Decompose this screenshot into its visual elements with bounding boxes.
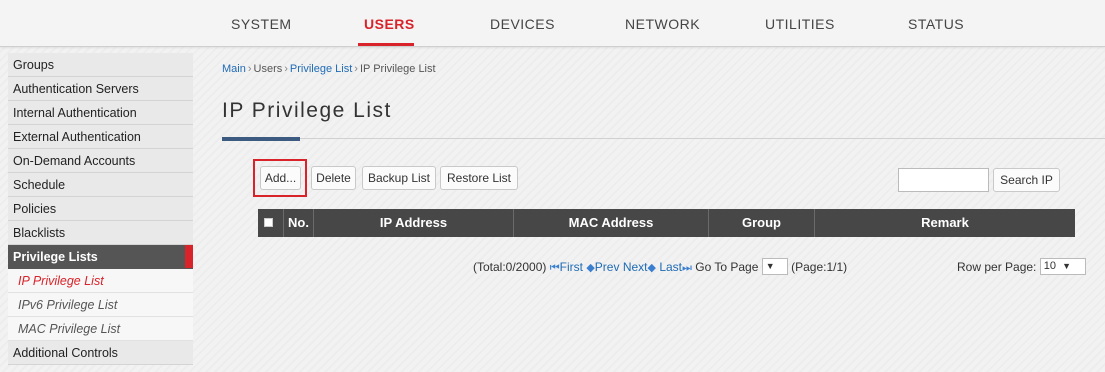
pagination: (Total:0/2000) ⏮First ◆Prev Next◆ Last⏭ …	[473, 257, 848, 275]
next-page-label: Next	[622, 260, 648, 274]
nav-devices[interactable]: DEVICES	[490, 13, 554, 45]
breadcrumb-separator: ›	[284, 63, 288, 75]
title-accent-bar	[222, 137, 300, 141]
breadcrumb-users: Users	[253, 63, 283, 75]
last-page-link[interactable]: Last⏭	[659, 260, 692, 274]
restore-list-button[interactable]: Restore List	[440, 166, 518, 190]
sidebar-item-schedule[interactable]: Schedule	[8, 173, 193, 197]
sidebar-item-policies[interactable]: Policies	[8, 197, 193, 221]
column-header-mac-address: MAC Address	[514, 209, 709, 237]
sidebar-item-internal-authentication[interactable]: Internal Authentication	[8, 101, 193, 125]
sidebar: Groups Authentication Servers Internal A…	[8, 53, 193, 365]
title-divider	[222, 138, 1105, 139]
sidebar-subitem-ipv6-privilege-list[interactable]: IPv6 Privilege List	[8, 293, 193, 317]
sidebar-item-privilege-lists[interactable]: Privilege Lists	[8, 245, 193, 269]
breadcrumb: Main › Users › Privilege List › IP Privilege L…	[222, 63, 436, 75]
breadcrumb-current: IP Privilege List	[359, 63, 436, 75]
delete-button[interactable]: Delete	[311, 166, 356, 190]
sidebar-item-on-demand-accounts[interactable]: On-Demand Accounts	[8, 149, 193, 173]
sidebar-subitem-mac-privilege-list[interactable]: MAC Privilege List	[8, 317, 193, 341]
sidebar-item-external-authentication[interactable]: External Authentication	[8, 125, 193, 149]
select-all-checkbox[interactable]	[264, 218, 273, 227]
backup-list-button[interactable]: Backup List	[362, 166, 436, 190]
prev-page-link[interactable]: ◆Prev	[586, 260, 619, 274]
breadcrumb-separator: ›	[247, 63, 252, 75]
column-header-group: Group	[709, 209, 815, 237]
row-per-page-value: 10	[1043, 259, 1056, 272]
sidebar-item-additional-controls[interactable]: Additional Controls	[8, 341, 193, 365]
chevron-down-icon: ▼	[765, 260, 775, 271]
go-to-page-select[interactable]: ▼	[761, 257, 788, 275]
table-header: No. IP Address MAC Address Group Remark	[258, 209, 1075, 237]
next-page-icon: ◆	[647, 262, 656, 274]
row-per-page-select[interactable]: 10 ▼	[1039, 257, 1086, 275]
go-to-page-label: Go To Page	[695, 260, 759, 274]
first-page-link[interactable]: ⏮First	[550, 260, 583, 274]
column-header-remark: Remark	[921, 215, 969, 230]
breadcrumb-main[interactable]: Main	[222, 63, 246, 75]
sidebar-item-blacklists[interactable]: Blacklists	[8, 221, 193, 245]
add-button[interactable]: Add...	[260, 166, 301, 190]
nav-status[interactable]: STATUS	[908, 13, 964, 45]
search-ip-input[interactable]	[898, 168, 989, 192]
pagination-total: (Total:0/2000)	[473, 260, 547, 274]
last-page-label: Last	[659, 260, 682, 274]
first-page-label: First	[559, 260, 583, 274]
next-page-link[interactable]: Next◆	[623, 260, 656, 274]
nav-users[interactable]: USERS	[358, 13, 414, 46]
page-info: (Page:1/1)	[791, 260, 848, 274]
page-title: IP Privilege List	[222, 99, 392, 122]
chevron-down-icon: ▼	[1062, 260, 1072, 271]
sidebar-item-authentication-servers[interactable]: Authentication Servers	[8, 77, 193, 101]
breadcrumb-privilege-list[interactable]: Privilege List	[290, 63, 352, 75]
last-page-icon: ⏭	[682, 262, 692, 274]
column-header-ip-address: IP Address	[314, 209, 514, 237]
row-per-page: Row per Page: 10 ▼	[957, 257, 1086, 275]
row-per-page-label: Row per Page:	[957, 260, 1037, 274]
top-nav: SYSTEM USERS DEVICES NETWORK UTILITIES S…	[0, 0, 1105, 47]
nav-network[interactable]: NETWORK	[625, 13, 700, 45]
nav-utilities[interactable]: UTILITIES	[765, 13, 834, 45]
search-ip-button[interactable]: Search IP	[993, 168, 1060, 192]
nav-system[interactable]: SYSTEM	[231, 13, 291, 45]
prev-page-label: Prev	[594, 260, 620, 274]
prev-page-icon: ◆	[586, 262, 595, 274]
select-all-cell	[258, 209, 284, 237]
sidebar-subitem-ip-privilege-list[interactable]: IP Privilege List	[8, 269, 193, 293]
sidebar-item-groups[interactable]: Groups	[8, 53, 193, 77]
first-page-icon: ⏮	[549, 262, 560, 274]
column-header-no: No.	[284, 209, 314, 237]
breadcrumb-separator: ›	[354, 63, 358, 75]
